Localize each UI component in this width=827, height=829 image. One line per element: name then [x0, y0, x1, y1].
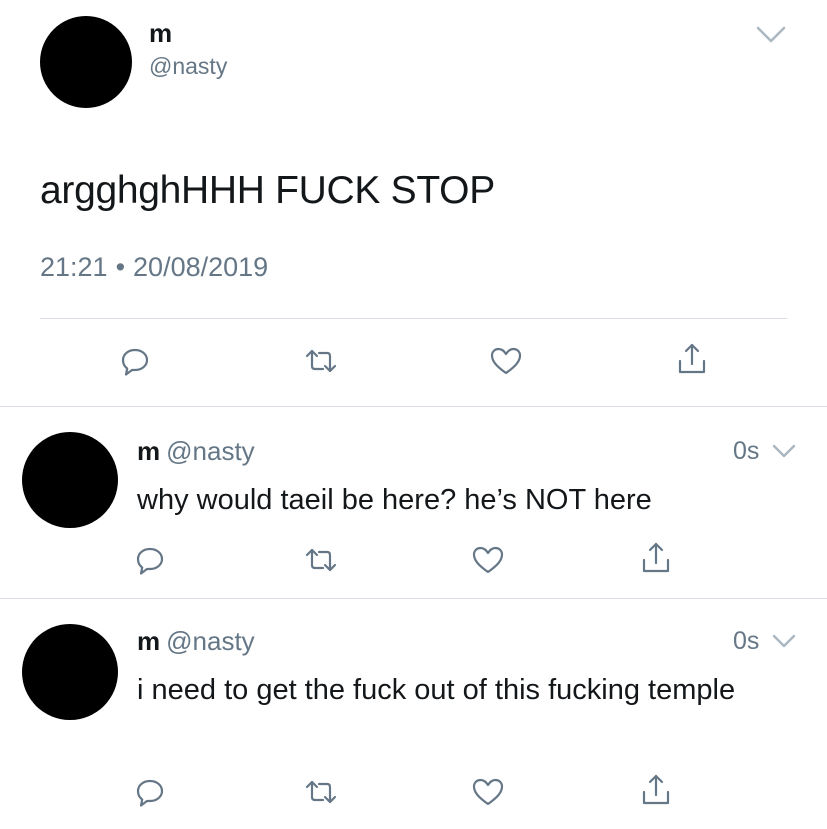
- reply-icon: [136, 779, 164, 807]
- timestamp-separator: •: [115, 252, 126, 282]
- author-handle[interactable]: @nasty: [166, 626, 255, 656]
- retweet-button[interactable]: [299, 339, 343, 383]
- author-name[interactable]: m: [149, 18, 172, 48]
- reply-icon: [136, 547, 164, 575]
- like-button[interactable]: [484, 339, 528, 383]
- like-icon: [490, 347, 522, 375]
- author-name[interactable]: m: [137, 436, 160, 466]
- author-name[interactable]: m: [137, 626, 160, 656]
- reply-header: m @nasty: [137, 626, 255, 656]
- tweet-timestamp: 21:21 • 20/08/2019: [40, 250, 268, 284]
- author-handle[interactable]: @nasty: [149, 52, 227, 80]
- like-icon: [472, 778, 504, 806]
- reply-text: why would taeil be here? he’s NOT here: [137, 484, 652, 516]
- like-button[interactable]: [466, 770, 510, 814]
- like-button[interactable]: [466, 538, 510, 582]
- retweet-icon: [305, 780, 337, 804]
- reply-header: m @nasty: [137, 436, 255, 466]
- divider: [40, 318, 787, 319]
- reply-icon: [121, 348, 149, 376]
- tweet-date: 20/08/2019: [133, 252, 269, 282]
- tweet-text: argghghHHH FUCK STOP: [40, 169, 495, 212]
- reply-button[interactable]: [128, 770, 172, 814]
- reply-time: 0s: [733, 627, 760, 655]
- retweet-icon: [305, 548, 337, 572]
- reply-text: i need to get the fuck out of this fucki…: [137, 674, 736, 706]
- reply-time: 0s: [733, 437, 760, 465]
- chevron-down-icon[interactable]: [772, 443, 796, 461]
- author-handle[interactable]: @nasty: [166, 436, 255, 466]
- share-button[interactable]: [670, 337, 714, 381]
- reply-tweet[interactable]: m @nasty 0s i need to get the fuck out of…: [0, 599, 827, 829]
- avatar[interactable]: [22, 432, 118, 528]
- tweet-time: 21:21: [40, 252, 108, 282]
- share-icon: [678, 343, 706, 374]
- retweet-icon: [305, 349, 337, 373]
- main-tweet: m @nasty argghghHHH FUCK STOP 21:21 • 20/0…: [0, 0, 827, 407]
- share-icon: [642, 542, 670, 573]
- retweet-button[interactable]: [299, 770, 343, 814]
- chevron-down-icon[interactable]: [772, 633, 796, 651]
- retweet-button[interactable]: [299, 538, 343, 582]
- share-button[interactable]: [634, 768, 678, 812]
- avatar[interactable]: [40, 16, 132, 108]
- reply-tweet[interactable]: m @nasty 0s why would taeil be here? he’s…: [0, 407, 827, 598]
- chevron-down-icon[interactable]: [755, 24, 787, 46]
- tweet-actions: [0, 333, 827, 393]
- reply-button[interactable]: [113, 339, 157, 383]
- like-icon: [472, 546, 504, 574]
- avatar[interactable]: [22, 624, 118, 720]
- share-button[interactable]: [634, 536, 678, 580]
- reply-button[interactable]: [128, 538, 172, 582]
- share-icon: [642, 774, 670, 805]
